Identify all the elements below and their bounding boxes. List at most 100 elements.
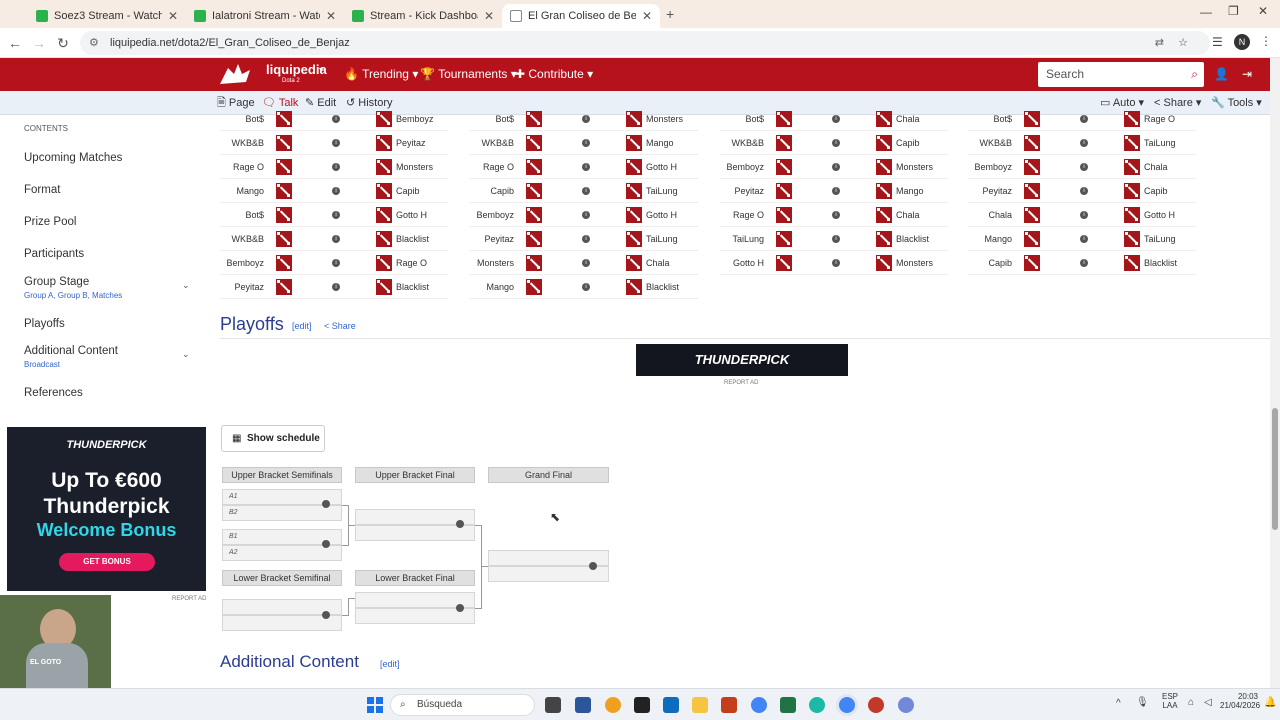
match-row[interactable]: TaiLung i Blacklist bbox=[720, 227, 948, 251]
store-app-icon[interactable] bbox=[663, 697, 679, 713]
windows-start-icon[interactable] bbox=[367, 697, 383, 713]
team-left-name[interactable]: Rage O bbox=[720, 203, 768, 227]
team-left-name[interactable]: TaiLung bbox=[720, 227, 768, 251]
team-left-name[interactable]: Bot$ bbox=[220, 107, 268, 131]
team-right-name[interactable]: Blacklist bbox=[392, 227, 440, 251]
toc-item[interactable]: Format bbox=[24, 184, 60, 196]
search-icon[interactable]: ⌕ bbox=[1191, 62, 1198, 87]
team-right-name[interactable]: Chala bbox=[892, 203, 940, 227]
match-info-icon[interactable]: i bbox=[332, 210, 340, 219]
close-tab-icon[interactable]: ✕ bbox=[642, 9, 652, 23]
match-info-icon[interactable]: i bbox=[1080, 258, 1088, 267]
capcut-app-icon[interactable] bbox=[634, 697, 650, 713]
playoffs-share-link[interactable]: < Share bbox=[324, 321, 356, 331]
toc-item[interactable]: Group Stage bbox=[24, 276, 89, 288]
thunderpick-banner-ad[interactable]: THUNDERPICK bbox=[636, 344, 848, 376]
match-info-icon[interactable]: i bbox=[332, 258, 340, 267]
match-row[interactable]: Chala i Gotto H bbox=[968, 203, 1196, 227]
excel-app-icon[interactable] bbox=[780, 697, 796, 713]
match-row[interactable]: Gotto H i Monsters bbox=[720, 251, 948, 275]
notifications-icon[interactable]: 🔔 bbox=[1264, 697, 1276, 708]
match-info-icon[interactable]: i bbox=[582, 138, 590, 147]
close-tab-icon[interactable]: ✕ bbox=[326, 9, 336, 23]
match-info-icon[interactable]: i bbox=[1080, 114, 1088, 123]
match-row[interactable]: WKB&B i Mango bbox=[470, 131, 698, 155]
team-left-name[interactable]: Capib bbox=[968, 251, 1016, 275]
match-info-icon[interactable]: i bbox=[1080, 138, 1088, 147]
match-info-icon[interactable]: i bbox=[582, 210, 590, 219]
edge-app-icon[interactable] bbox=[809, 697, 825, 713]
match-row[interactable]: WKB&B i Blacklist bbox=[220, 227, 448, 251]
volume-icon[interactable]: ◁ bbox=[1204, 697, 1212, 708]
app-icon[interactable] bbox=[868, 697, 884, 713]
match-row[interactable]: Capib i TaiLung bbox=[470, 179, 698, 203]
chrome-app-icon[interactable] bbox=[751, 697, 767, 713]
team-right-name[interactable]: Bemboyz bbox=[392, 107, 440, 131]
team-left-name[interactable]: Mango bbox=[968, 227, 1016, 251]
team-left-name[interactable]: WKB&B bbox=[220, 131, 268, 155]
team-right-name[interactable]: Monsters bbox=[892, 155, 940, 179]
match-row[interactable]: Rage O i Monsters bbox=[220, 155, 448, 179]
match-info-icon[interactable] bbox=[322, 500, 330, 508]
match-info-icon[interactable]: i bbox=[1080, 162, 1088, 171]
team-right-name[interactable]: Chala bbox=[1140, 155, 1188, 179]
match-info-icon[interactable] bbox=[456, 520, 464, 528]
banner-report-ad-link[interactable]: REPORT AD bbox=[724, 380, 758, 386]
team-right-name[interactable]: Capib bbox=[1140, 179, 1188, 203]
match-row[interactable]: Bemboyz i Chala bbox=[968, 155, 1196, 179]
match-row[interactable]: Rage O i Gotto H bbox=[470, 155, 698, 179]
match-row[interactable]: Bemboyz i Gotto H bbox=[470, 203, 698, 227]
toc-item[interactable]: Additional Content bbox=[24, 345, 118, 357]
powerpoint-app-icon[interactable] bbox=[721, 697, 737, 713]
match-info-icon[interactable]: i bbox=[332, 186, 340, 195]
team-right-name[interactable]: Mango bbox=[642, 131, 690, 155]
page-scrollbar[interactable] bbox=[1270, 58, 1280, 688]
match-row[interactable]: Bot$ i Monsters bbox=[470, 107, 698, 131]
taskbar-search-input[interactable]: ⌕ Búsqueda bbox=[390, 694, 535, 716]
tools-menu[interactable]: 🔧 Tools ▾ bbox=[1211, 91, 1262, 115]
thunderpick-side-ad[interactable]: THUNDERPICK Up To €600 Thunderpick Welco… bbox=[7, 427, 206, 591]
word-app-icon[interactable] bbox=[575, 697, 591, 713]
microphone-icon[interactable]: 🎙 bbox=[1136, 697, 1149, 708]
team-right-name[interactable]: Blacklist bbox=[892, 227, 940, 251]
team-right-name[interactable]: Blacklist bbox=[642, 275, 690, 299]
match-row[interactable]: Bot$ i Chala bbox=[720, 107, 948, 131]
team-left-name[interactable]: Capib bbox=[470, 179, 518, 203]
match-row[interactable]: Bot$ i Rage O bbox=[968, 107, 1196, 131]
team-left-name[interactable]: Bemboyz bbox=[220, 251, 268, 275]
ad-cta-button[interactable]: GET BONUS bbox=[59, 553, 155, 571]
team-left-name[interactable]: Chala bbox=[968, 203, 1016, 227]
match-info-icon[interactable] bbox=[322, 540, 330, 548]
liquipedia-logo-icon[interactable] bbox=[216, 62, 256, 88]
match-info-icon[interactable]: i bbox=[1080, 186, 1088, 195]
clock[interactable]: 20:03 21/04/2026 bbox=[1220, 692, 1260, 710]
reload-icon[interactable]: ↻ bbox=[54, 34, 72, 52]
team-left-name[interactable]: Bemboyz bbox=[720, 155, 768, 179]
team-right-name[interactable]: Gotto H bbox=[642, 155, 690, 179]
close-window-button[interactable]: ✕ bbox=[1258, 4, 1268, 18]
toc-item[interactable]: Playoffs bbox=[24, 318, 65, 330]
browser-tab[interactable]: Soez3 Stream - Watch Live ✕ bbox=[28, 4, 186, 28]
search-input[interactable]: Search ⌕ bbox=[1038, 62, 1204, 87]
playoffs-edit-link[interactable]: [edit] bbox=[292, 321, 312, 331]
toc-item[interactable]: Participants bbox=[24, 248, 84, 260]
chrome-active-app-icon[interactable] bbox=[839, 697, 855, 713]
match-row[interactable]: WKB&B i TaiLung bbox=[968, 131, 1196, 155]
wiki-switch-chevron-icon[interactable]: ▾ bbox=[319, 65, 323, 74]
match-row[interactable]: Bot$ i Gotto H bbox=[220, 203, 448, 227]
browser-tab[interactable]: Ialatroni Stream - Watch Live o ✕ bbox=[186, 4, 344, 28]
match-info-icon[interactable]: i bbox=[332, 114, 340, 123]
team-left-name[interactable]: Bemboyz bbox=[968, 155, 1016, 179]
browser-tab[interactable]: El Gran Coliseo de Benjaz - Liqu ✕ bbox=[502, 4, 660, 28]
team-right-name[interactable]: Capib bbox=[392, 179, 440, 203]
match-info-icon[interactable]: i bbox=[582, 114, 590, 123]
folder-app-icon[interactable] bbox=[692, 697, 708, 713]
match-row[interactable]: Mango i TaiLung bbox=[968, 227, 1196, 251]
copilot-app-icon[interactable] bbox=[605, 697, 621, 713]
team-right-name[interactable]: Gotto H bbox=[642, 203, 690, 227]
new-tab-button[interactable]: + bbox=[666, 6, 674, 22]
team-right-name[interactable]: Monsters bbox=[392, 155, 440, 179]
team-left-name[interactable]: Bemboyz bbox=[470, 203, 518, 227]
match-row[interactable]: Monsters i Chala bbox=[470, 251, 698, 275]
team-left-name[interactable]: Rage O bbox=[470, 155, 518, 179]
